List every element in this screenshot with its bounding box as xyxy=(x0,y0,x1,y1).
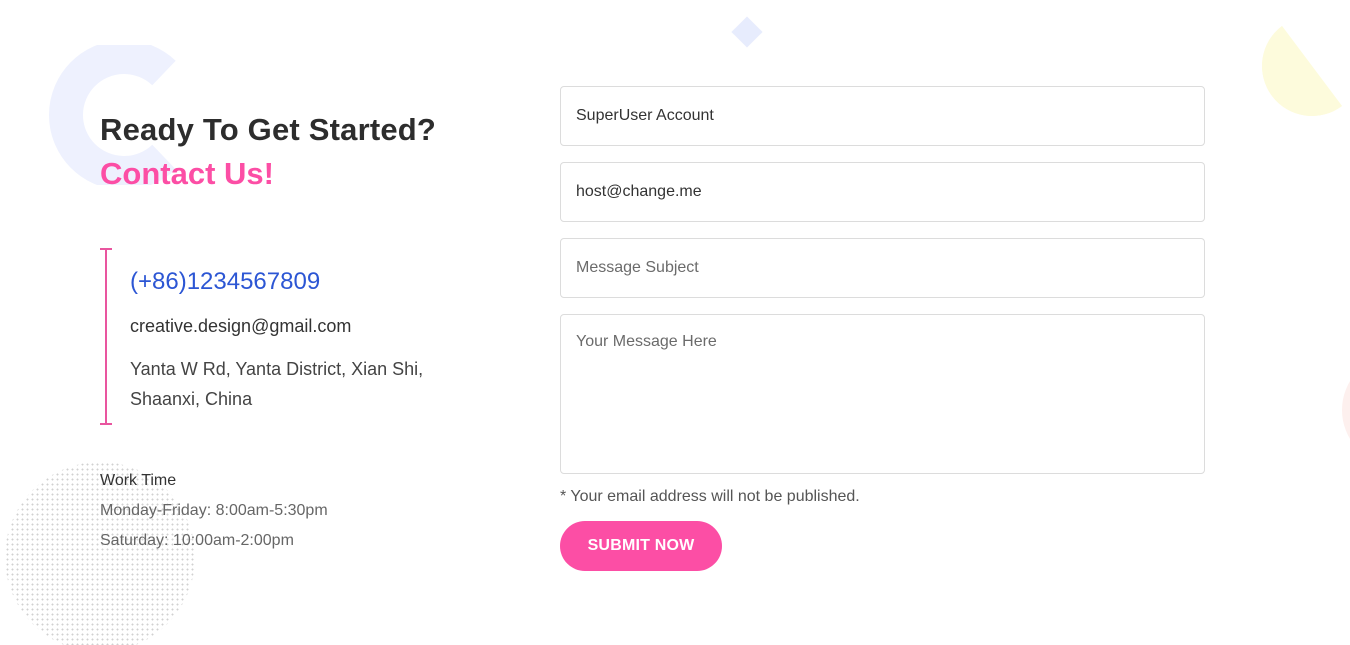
submit-button[interactable]: SUBMIT NOW xyxy=(560,521,722,571)
contact-section: Ready To Get Started? Contact Us! (+86)1… xyxy=(0,0,1350,645)
heading-contact-us: Contact Us! xyxy=(100,156,274,191)
email-field[interactable] xyxy=(560,162,1205,222)
work-time-weekdays: Monday-Friday: 8:00am-5:30pm xyxy=(100,502,328,519)
decorative-ring-shape xyxy=(1342,381,1350,439)
message-textarea[interactable] xyxy=(560,314,1205,474)
contact-info-accent-bar xyxy=(100,248,112,425)
decorative-half-circle-shape xyxy=(1262,26,1342,116)
name-field[interactable] xyxy=(560,86,1205,146)
email-privacy-note: * Your email address will not be publish… xyxy=(560,488,860,505)
heading-ready-to-get-started: Ready To Get Started? xyxy=(100,112,437,147)
work-time-saturday: Saturday: 10:00am-2:00pm xyxy=(100,532,294,549)
decorative-diamond-shape xyxy=(731,16,763,48)
work-time-title: Work Time xyxy=(100,472,177,489)
contact-email[interactable]: creative.design@gmail.com xyxy=(130,316,351,337)
subject-field[interactable] xyxy=(560,238,1205,298)
contact-phone[interactable]: (+86)1234567809 xyxy=(130,268,320,296)
contact-address: Yanta W Rd, Yanta District, Xian Shi, Sh… xyxy=(130,359,424,409)
